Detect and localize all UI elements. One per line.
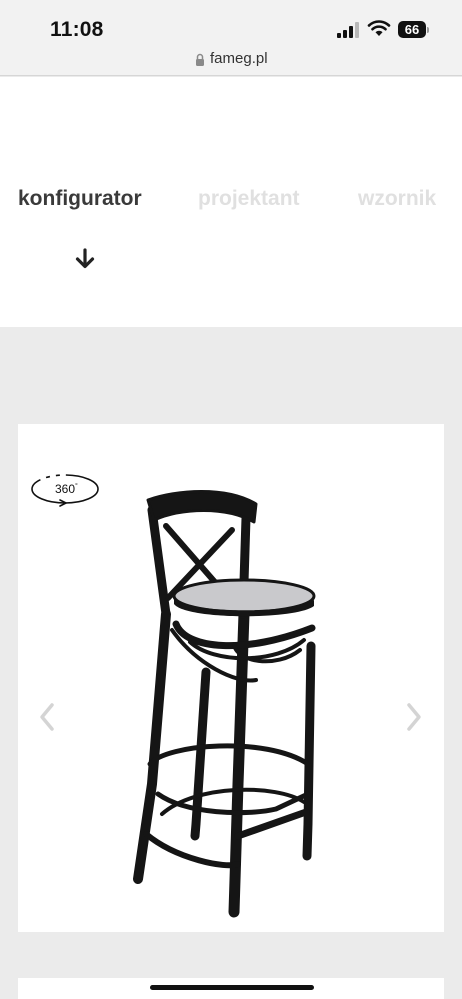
cellular-signal-icon [337, 22, 359, 38]
chevron-left-icon[interactable] [37, 702, 57, 732]
lock-icon [196, 53, 204, 66]
tab-wzornik[interactable]: wzornik [358, 187, 436, 211]
status-bar: 11:08 66 [0, 0, 462, 46]
browser-url-bar[interactable]: fameg.pl [0, 46, 462, 76]
home-indicator[interactable] [150, 985, 314, 990]
battery-level: 66 [398, 21, 426, 38]
rotate-360-value: 360 [55, 482, 76, 496]
product-viewer: 360° [18, 424, 444, 932]
tab-konfigurator[interactable]: konfigurator [18, 187, 142, 211]
arrow-down-icon[interactable] [74, 248, 96, 270]
battery-cap [427, 27, 429, 33]
configurator-nav: konfigurator projektant wzornik [0, 77, 462, 327]
rotate-360-degree: ° [75, 483, 78, 490]
wifi-icon [367, 20, 391, 36]
status-time: 11:08 [50, 18, 104, 41]
rotate-360-label: 360° [55, 482, 78, 496]
chevron-right-icon[interactable] [404, 702, 424, 732]
rotate-360-icon[interactable]: 360° [30, 472, 102, 508]
battery-indicator: 66 [398, 21, 429, 38]
url-text[interactable]: fameg.pl [210, 50, 268, 67]
tab-projektant[interactable]: projektant [198, 187, 300, 211]
bar-stool-image [133, 490, 316, 918]
